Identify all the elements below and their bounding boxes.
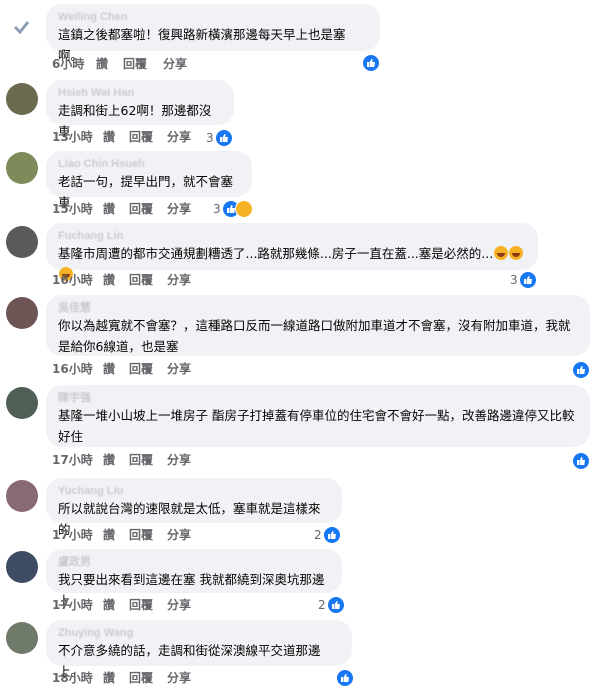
timestamp[interactable]: 16小時	[52, 360, 93, 378]
comment-bubble: Hsieh Wei Han 走調和街上62啊！那邊都沒車	[46, 80, 234, 139]
comment-bubble: Weiling Chen 這鎮之後都塞啦！復興路新橫濱那邊每天早上也是塞啊。	[46, 4, 380, 63]
commenter-name[interactable]: Yuchang Liu	[58, 485, 330, 498]
timestamp[interactable]: 13小時	[52, 128, 93, 146]
like-icon	[572, 361, 590, 379]
timestamp[interactable]: 18小時	[52, 669, 93, 687]
comment-bubble: Fuchang Lin 基隆市周遭的都市交通規劃糟透了...路就那幾條...房子…	[46, 223, 538, 281]
like-icon	[215, 129, 233, 147]
share-button[interactable]: 分享	[167, 451, 191, 469]
reaction-summary[interactable]: 3	[510, 271, 538, 289]
like-icon	[519, 271, 537, 289]
avatar[interactable]	[6, 387, 38, 419]
reaction-summary[interactable]: 2	[318, 596, 348, 614]
avatar[interactable]	[6, 551, 38, 583]
share-button[interactable]: 分享	[167, 596, 191, 614]
timestamp[interactable]: 16小時	[52, 271, 93, 289]
reply-button[interactable]: 回覆	[129, 360, 153, 378]
reaction-count: 2	[318, 598, 326, 612]
commenter-name[interactable]: Fuchang Lin	[58, 230, 526, 243]
comment-bubble: Zhuying Wang 不介意多繞的話，走調和街從深澳線平交道那邊上。	[46, 620, 352, 679]
avatar[interactable]	[6, 10, 38, 42]
comment-text: 你以為越寬就不會塞？，這種路口反而一線道路口做附加車道才不會塞，沒有附加車道，我…	[58, 318, 571, 354]
avatar[interactable]	[6, 152, 38, 184]
timestamp[interactable]: 17小時	[52, 451, 93, 469]
reply-button[interactable]: 回覆	[129, 271, 153, 289]
comment-text: 基隆一堆小山坡上一堆房子 酯房子打掉蓋有停車位的住宅會不會好一點，改善路邊違停又…	[58, 408, 575, 444]
like-button[interactable]: 讚	[103, 669, 115, 687]
reply-button[interactable]: 回覆	[129, 451, 153, 469]
reaction-summary[interactable]	[572, 452, 592, 470]
comment-text: 不介意多繞的話，走調和街從深澳線平交道那邊上。	[58, 643, 321, 679]
avatar[interactable]	[6, 297, 38, 329]
reaction-summary[interactable]	[336, 669, 356, 687]
reaction-count: 3	[206, 131, 214, 145]
timestamp[interactable]: 15小時	[52, 200, 93, 218]
share-button[interactable]: 分享	[167, 200, 191, 218]
like-icon	[327, 596, 345, 614]
comment-bubble: 陳宇強 基隆一堆小山坡上一堆房子 酯房子打掉蓋有停車位的住宅會不會好一點，改善路…	[46, 385, 590, 447]
like-button[interactable]: 讚	[96, 55, 108, 73]
comment-bubble: Liao Chin Hsueh 老話一句，提早出門，就不會塞車	[46, 151, 252, 210]
avatar[interactable]	[6, 83, 38, 115]
timestamp[interactable]: 6小時	[52, 55, 84, 73]
reaction-count: 2	[314, 528, 322, 542]
reply-button[interactable]: 回覆	[129, 200, 153, 218]
comment-bubble: 吳佳慧 你以為越寬就不會塞？，這種路口反而一線道路口做附加車道才不會塞，沒有附加…	[46, 295, 590, 356]
like-icon	[336, 669, 354, 687]
commenter-name[interactable]: Zhuying Wang	[58, 627, 340, 640]
commenter-name[interactable]: Weiling Chen	[58, 11, 368, 24]
share-button[interactable]: 分享	[167, 271, 191, 289]
share-button[interactable]: 分享	[167, 128, 191, 146]
reply-button[interactable]: 回覆	[129, 128, 153, 146]
like-button[interactable]: 讚	[103, 526, 115, 544]
laughing-emoji-icon	[494, 246, 509, 260]
reaction-summary[interactable]	[362, 54, 382, 72]
reaction-count: 3	[510, 273, 518, 287]
reply-button[interactable]: 回覆	[129, 526, 153, 544]
commenter-name[interactable]: Liao Chin Hsueh	[58, 158, 240, 171]
reply-button[interactable]: 回覆	[129, 669, 153, 687]
reaction-summary[interactable]	[572, 361, 592, 379]
share-button[interactable]: 分享	[163, 55, 187, 73]
like-button[interactable]: 讚	[103, 596, 115, 614]
laughing-emoji-icon	[509, 246, 524, 260]
share-button[interactable]: 分享	[167, 669, 191, 687]
reaction-count: 3	[213, 202, 221, 216]
reaction-summary[interactable]: 3	[213, 200, 255, 218]
like-button[interactable]: 讚	[103, 360, 115, 378]
timestamp[interactable]: 17小時	[52, 526, 93, 544]
comment-bubble: 盧政男 我只要出來看到這邊在塞 我就都繞到深奧坑那邊上	[46, 549, 342, 608]
reaction-summary[interactable]: 2	[314, 526, 344, 544]
commenter-name[interactable]: 盧政男	[58, 556, 330, 569]
comment-bubble: Yuchang Liu 所以就說台灣的速限就是太低，塞車就是這樣來的	[46, 478, 342, 537]
like-button[interactable]: 讚	[103, 451, 115, 469]
like-icon	[362, 54, 380, 72]
like-icon	[323, 526, 341, 544]
reply-button[interactable]: 回覆	[123, 55, 147, 73]
reply-button[interactable]: 回覆	[129, 596, 153, 614]
comment-text: 所以就說台灣的速限就是太低，塞車就是這樣來的	[58, 501, 321, 537]
like-icon	[572, 452, 590, 470]
comment-text: 我只要出來看到這邊在塞 我就都繞到深奧坑那邊上	[58, 572, 325, 608]
like-button[interactable]: 讚	[103, 128, 115, 146]
share-button[interactable]: 分享	[167, 526, 191, 544]
timestamp[interactable]: 17小時	[52, 596, 93, 614]
like-button[interactable]: 讚	[103, 200, 115, 218]
commenter-name[interactable]: 吳佳慧	[58, 302, 578, 315]
share-button[interactable]: 分享	[167, 360, 191, 378]
commenter-name[interactable]: 陳宇強	[58, 392, 578, 405]
like-button[interactable]: 讚	[103, 271, 115, 289]
reaction-summary[interactable]: 3	[206, 129, 236, 147]
avatar[interactable]	[6, 480, 38, 512]
haha-icon	[235, 200, 253, 218]
avatar[interactable]	[6, 622, 38, 654]
commenter-name[interactable]: Hsieh Wei Han	[58, 87, 222, 100]
avatar[interactable]	[6, 226, 38, 258]
